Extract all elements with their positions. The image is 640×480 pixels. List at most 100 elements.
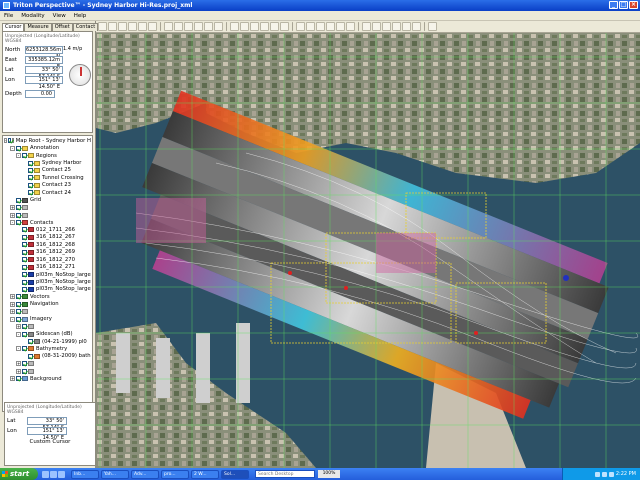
layer-checkbox[interactable] — [22, 227, 27, 233]
toolbar-tool-icon[interactable] — [336, 22, 345, 31]
layer-tree-item[interactable]: - Imagery — [4, 316, 91, 323]
tab-contact[interactable]: Contact — [72, 23, 99, 31]
toolbar-tool-icon[interactable] — [148, 22, 157, 31]
maximize-button[interactable]: □ — [619, 1, 628, 9]
toolbar-tool-icon[interactable] — [214, 22, 223, 31]
layer-tree-item[interactable]: Contact 24 — [4, 189, 91, 196]
layer-checkbox[interactable] — [16, 145, 21, 151]
lon-field[interactable]: 151° 13' 14.50" E — [25, 75, 63, 90]
toolbar-tool-icon[interactable] — [240, 22, 249, 31]
toolbar-tool-icon[interactable] — [382, 22, 391, 31]
layer-checkbox[interactable] — [22, 272, 27, 278]
toolbar-tool-icon[interactable] — [204, 22, 213, 31]
layer-checkbox[interactable] — [16, 294, 21, 300]
toolbar-tool-icon[interactable] — [392, 22, 401, 31]
toolbar-tool-icon[interactable] — [118, 22, 127, 31]
layer-checkbox[interactable] — [22, 346, 27, 352]
tab-offset[interactable]: Offset — [51, 23, 73, 31]
tray-icon[interactable] — [608, 471, 614, 477]
layer-checkbox[interactable] — [22, 153, 27, 159]
expand-toggle-icon[interactable]: - — [10, 145, 15, 151]
layer-tree-item[interactable]: pl03m_NoStop_large — [4, 271, 91, 278]
layer-tree-item[interactable]: + — [4, 211, 91, 218]
toolbar-tool-icon[interactable] — [108, 22, 117, 31]
taskbar-task-button[interactable]: Sol... — [221, 469, 249, 479]
expand-toggle-icon[interactable]: + — [16, 368, 21, 374]
taskbar-task-button[interactable]: Adv... — [131, 469, 159, 479]
layer-checkbox[interactable] — [16, 309, 21, 315]
layer-checkbox[interactable] — [22, 331, 27, 337]
map-view[interactable] — [96, 33, 640, 468]
layer-checkbox[interactable] — [16, 205, 21, 211]
layer-tree-item[interactable]: - Annotation — [4, 144, 91, 151]
layer-checkbox[interactable] — [16, 212, 21, 218]
taskbar-task-button[interactable]: pro... — [161, 469, 189, 479]
layer-tree-item[interactable]: Tunnel Crossing — [4, 174, 91, 181]
desktop-search-input[interactable]: Search Desktop — [255, 470, 315, 478]
layer-checkbox[interactable] — [16, 301, 21, 307]
layer-checkbox[interactable] — [22, 242, 27, 248]
expand-toggle-icon[interactable]: + — [10, 301, 15, 307]
toolbar-tool-icon[interactable] — [174, 22, 183, 31]
layer-checkbox[interactable] — [22, 249, 27, 255]
layer-checkbox[interactable] — [22, 257, 27, 263]
menu-file[interactable]: File — [4, 13, 13, 19]
quick-launch-icon[interactable] — [58, 470, 65, 478]
layer-tree-item[interactable]: Contact 23 — [4, 182, 91, 189]
expand-toggle-icon[interactable]: + — [16, 324, 21, 330]
layer-tree-item[interactable]: pl03m_NoStop_large — [4, 286, 91, 293]
layer-tree-item[interactable]: + — [4, 308, 91, 315]
layer-checkbox[interactable] — [16, 376, 21, 382]
expand-toggle-icon[interactable]: - — [10, 316, 15, 322]
taskbar-task-button[interactable]: Yah... — [101, 469, 129, 479]
layer-checkbox[interactable] — [16, 197, 21, 203]
layer-tree-item[interactable]: 316_1812_271 — [4, 263, 91, 270]
bottom-lon-field[interactable]: 151° 13' 14.50" E — [27, 426, 67, 441]
expand-toggle-icon[interactable]: + — [10, 309, 15, 315]
layer-checkbox[interactable] — [16, 316, 21, 322]
toolbar-tool-icon[interactable] — [164, 22, 173, 31]
toolbar-tool-icon[interactable] — [138, 22, 147, 31]
expand-toggle-icon[interactable]: + — [10, 205, 15, 211]
quick-launch-icon[interactable] — [50, 470, 57, 478]
layer-tree-item[interactable]: pl03m_NoStop_large — [4, 278, 91, 285]
expand-toggle-icon[interactable]: - — [16, 331, 21, 337]
layer-tree-item[interactable]: - Contacts — [4, 219, 91, 226]
layer-tree-item[interactable]: (08-31-2009) bath — [4, 353, 91, 360]
layer-tree-item[interactable]: + Navigation — [4, 301, 91, 308]
expand-toggle-icon[interactable]: + — [10, 376, 15, 382]
toolbar-tool-icon[interactable] — [250, 22, 259, 31]
layer-tree-item[interactable]: + — [4, 204, 91, 211]
layer-checkbox[interactable] — [28, 339, 33, 345]
layer-tree-item[interactable]: 316_1812_269 — [4, 249, 91, 256]
layer-tree-item[interactable]: - Sidescan (dB) — [4, 330, 91, 337]
start-button[interactable]: start — [0, 468, 38, 480]
layer-checkbox[interactable] — [8, 138, 11, 144]
toolbar-tool-icon[interactable] — [316, 22, 325, 31]
expand-toggle-icon[interactable]: - — [4, 138, 8, 144]
east-field[interactable]: 335385.12m E — [25, 55, 63, 70]
toolbar-tool-icon[interactable] — [280, 22, 289, 31]
toolbar-tool-icon[interactable] — [372, 22, 381, 31]
taskbar-task-button[interactable]: Inb... — [71, 469, 99, 479]
tab-cursor[interactable]: Cursor — [2, 23, 25, 31]
expand-toggle-icon[interactable]: - — [10, 220, 15, 226]
layer-checkbox[interactable] — [22, 368, 27, 374]
toolbar-tool-icon[interactable] — [412, 22, 421, 31]
toolbar-tool-icon[interactable] — [428, 22, 437, 31]
expand-toggle-icon[interactable]: + — [16, 361, 21, 367]
bottom-lat-field[interactable]: 33° 50' 57.14" S — [27, 416, 67, 431]
layer-tree-item[interactable]: Contact 25 — [4, 167, 91, 174]
lat-field[interactable]: 33° 50' 57.14" S — [25, 65, 63, 80]
toolbar-tool-icon[interactable] — [98, 22, 107, 31]
toolbar-tool-icon[interactable] — [184, 22, 193, 31]
layer-checkbox[interactable] — [22, 286, 27, 292]
expand-toggle-icon[interactable]: - — [16, 153, 21, 159]
layer-tree-item[interactable]: 316_1812_270 — [4, 256, 91, 263]
toolbar-tool-icon[interactable] — [362, 22, 371, 31]
menu-modality[interactable]: Modality — [21, 13, 44, 19]
layer-tree-item[interactable]: 316_1812_268 — [4, 241, 91, 248]
toolbar-tool-icon[interactable] — [306, 22, 315, 31]
layer-checkbox[interactable] — [28, 182, 33, 188]
toolbar-tool-icon[interactable] — [194, 22, 203, 31]
